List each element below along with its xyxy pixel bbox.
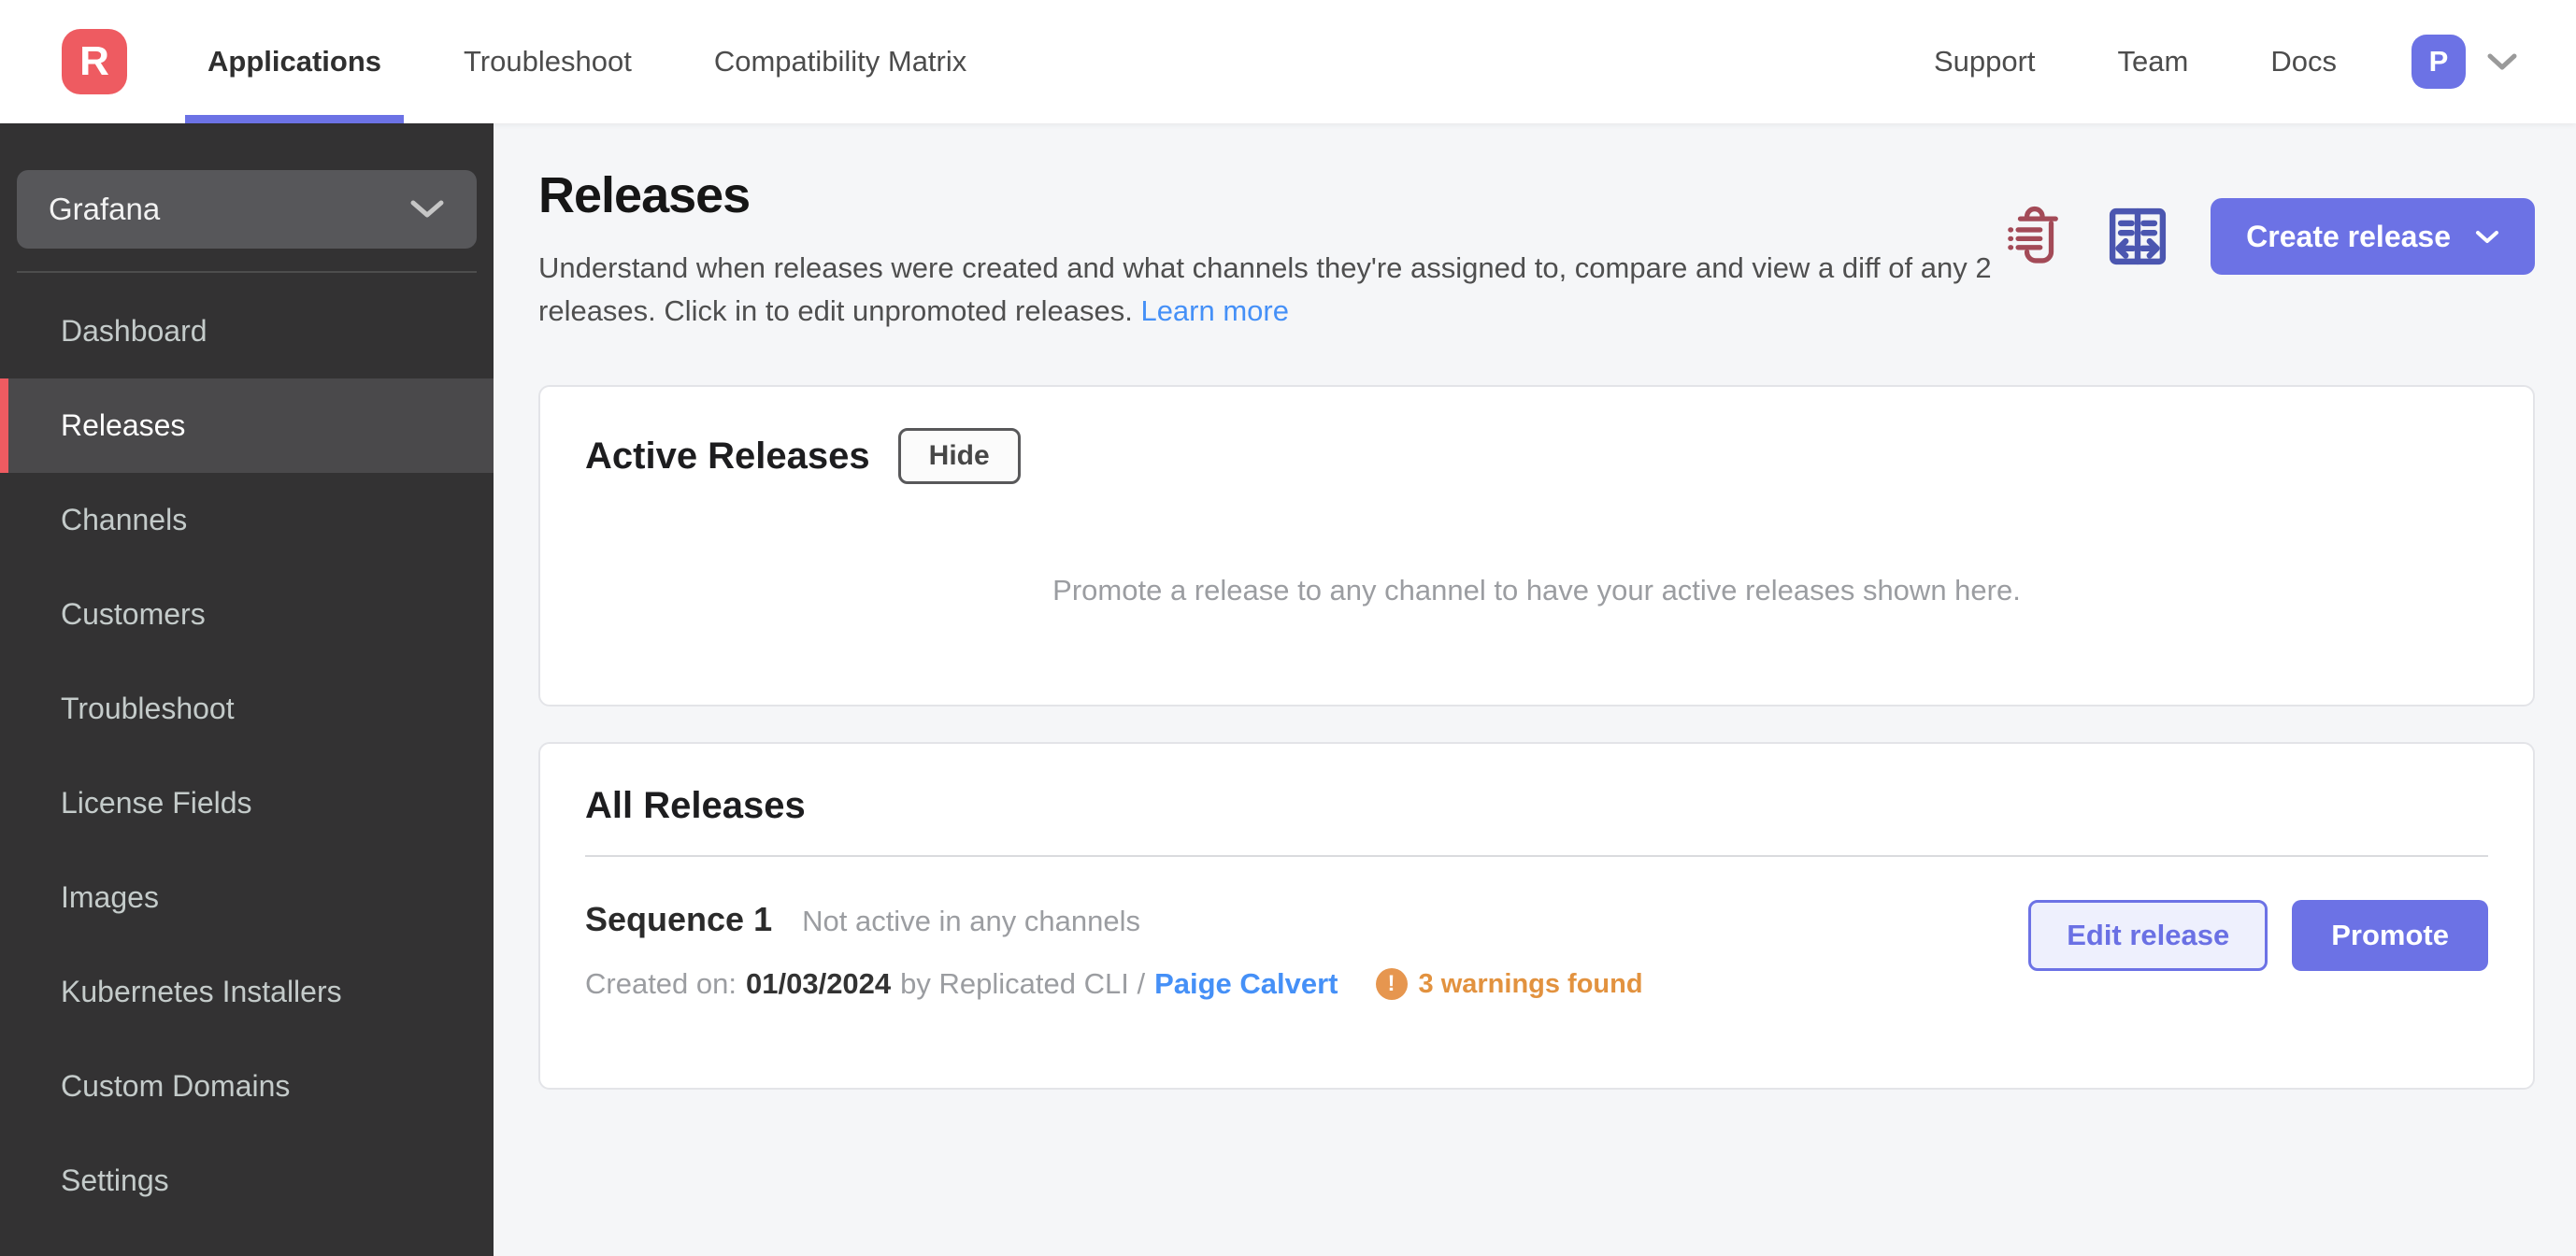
nav-link-docs[interactable]: Docs bbox=[2270, 45, 2337, 78]
all-releases-card: All Releases Sequence 1 Not active in an… bbox=[538, 742, 2535, 1090]
release-sequence-link[interactable]: Sequence 1 bbox=[585, 900, 772, 939]
sidebar-item-custom-domains[interactable]: Custom Domains bbox=[0, 1039, 494, 1134]
created-by-text: by Replicated CLI / bbox=[900, 967, 1146, 1000]
page-header: Releases Understand when releases were c… bbox=[538, 166, 2535, 333]
page-title: Releases bbox=[538, 167, 751, 223]
nav-tab-label: Applications bbox=[208, 45, 382, 78]
author-link[interactable]: Paige Calvert bbox=[1154, 967, 1338, 1001]
sidebar-item-settings[interactable]: Settings bbox=[0, 1134, 494, 1228]
release-created-line: Created on: 01/03/2024 by Replicated CLI… bbox=[585, 967, 1643, 1001]
warnings-found-text: 3 warnings found bbox=[1418, 968, 1643, 999]
diff-releases-icon[interactable] bbox=[2108, 207, 2168, 266]
sidebar-item-kubernetes-installers[interactable]: Kubernetes Installers bbox=[0, 945, 494, 1039]
sidebar-item-dashboard[interactable]: Dashboard bbox=[0, 284, 494, 378]
nav-tab-applications[interactable]: Applications bbox=[166, 0, 422, 123]
sidebar-item-label: Custom Domains bbox=[61, 1069, 291, 1103]
release-row-sequence-1: Sequence 1 Not active in any channels Cr… bbox=[585, 900, 2488, 1001]
page-actions: Create release bbox=[2007, 198, 2535, 275]
created-prefix: Created on: bbox=[585, 967, 737, 1000]
active-releases-empty-state: Promote a release to any channel to have… bbox=[1052, 574, 2021, 607]
all-releases-title: All Releases bbox=[585, 785, 806, 826]
avatar: P bbox=[2411, 35, 2466, 89]
nav-link-team[interactable]: Team bbox=[2118, 45, 2189, 78]
sidebar-item-license-fields[interactable]: License Fields bbox=[0, 756, 494, 850]
promote-button[interactable]: Promote bbox=[2292, 900, 2488, 971]
active-releases-card: Active Releases Hide Promote a release t… bbox=[538, 385, 2535, 706]
sidebar-item-troubleshoot[interactable]: Troubleshoot bbox=[0, 662, 494, 756]
sidebar-divider bbox=[17, 271, 477, 273]
nav-link-support[interactable]: Support bbox=[1934, 45, 2036, 78]
sidebar-item-label: Kubernetes Installers bbox=[61, 975, 342, 1008]
all-releases-divider bbox=[585, 855, 2488, 857]
sidebar-item-label: Images bbox=[61, 880, 159, 914]
nav-tab-label: Troubleshoot bbox=[464, 45, 632, 78]
utility-nav: Support Team Docs P bbox=[1852, 35, 2518, 89]
page-description: Understand when releases were created an… bbox=[538, 247, 1996, 333]
chevron-down-icon bbox=[2475, 229, 2499, 245]
active-releases-title: Active Releases bbox=[585, 435, 870, 477]
app-selector-dropdown[interactable]: Grafana bbox=[17, 170, 477, 249]
release-actions: Edit release Promote bbox=[2028, 900, 2488, 971]
nav-tab-label: Compatibility Matrix bbox=[713, 45, 967, 78]
account-menu[interactable]: P bbox=[2411, 35, 2518, 89]
trash-releases-icon[interactable] bbox=[2007, 206, 2065, 267]
created-date: 01/03/2024 bbox=[746, 967, 892, 1000]
content-area: Grafana Dashboard Releases Channels Cust… bbox=[0, 123, 2576, 1256]
sidebar-item-releases[interactable]: Releases bbox=[0, 378, 494, 473]
top-nav-bar: R Applications Troubleshoot Compatibilit… bbox=[0, 0, 2576, 123]
releases-page: Releases Understand when releases were c… bbox=[494, 123, 2576, 1256]
sidebar-item-label: Settings bbox=[61, 1163, 169, 1197]
replicated-logo[interactable]: R bbox=[62, 29, 127, 94]
sidebar-item-images[interactable]: Images bbox=[0, 850, 494, 945]
sidebar-item-label: Dashboard bbox=[61, 314, 208, 348]
warnings-group[interactable]: ! 3 warnings found bbox=[1375, 968, 1643, 1000]
release-status-text: Not active in any channels bbox=[802, 905, 1140, 937]
chevron-down-icon bbox=[409, 198, 445, 221]
release-info: Sequence 1 Not active in any channels Cr… bbox=[585, 900, 1643, 1001]
create-release-label: Create release bbox=[2246, 219, 2451, 253]
primary-nav: Applications Troubleshoot Compatibility … bbox=[166, 0, 1008, 123]
active-releases-header: Active Releases Hide bbox=[585, 428, 2488, 484]
nav-tab-troubleshoot[interactable]: Troubleshoot bbox=[422, 0, 673, 123]
sidebar-item-label: Channels bbox=[61, 503, 188, 536]
edit-release-button[interactable]: Edit release bbox=[2028, 900, 2268, 971]
sidebar-item-label: Troubleshoot bbox=[61, 692, 235, 725]
learn-more-link[interactable]: Learn more bbox=[1140, 294, 1289, 327]
hide-active-releases-button[interactable]: Hide bbox=[897, 428, 1021, 484]
create-release-button[interactable]: Create release bbox=[2211, 198, 2535, 275]
app-selector-value: Grafana bbox=[49, 192, 161, 226]
sidebar-item-channels[interactable]: Channels bbox=[0, 473, 494, 567]
app-sidebar: Grafana Dashboard Releases Channels Cust… bbox=[0, 123, 494, 1256]
sidebar-item-label: Releases bbox=[61, 408, 186, 442]
warning-icon: ! bbox=[1375, 968, 1408, 1000]
chevron-down-icon bbox=[2486, 51, 2518, 72]
nav-tab-compatibility-matrix[interactable]: Compatibility Matrix bbox=[673, 0, 1008, 123]
sidebar-item-label: Customers bbox=[61, 597, 206, 631]
sidebar-item-label: License Fields bbox=[61, 786, 252, 820]
release-title-row: Sequence 1 Not active in any channels bbox=[585, 900, 1643, 939]
active-tab-underline bbox=[185, 115, 405, 123]
page-heading-block: Releases Understand when releases were c… bbox=[538, 166, 1996, 333]
sidebar-item-customers[interactable]: Customers bbox=[0, 567, 494, 662]
app-window: R Applications Troubleshoot Compatibilit… bbox=[0, 0, 2576, 1256]
